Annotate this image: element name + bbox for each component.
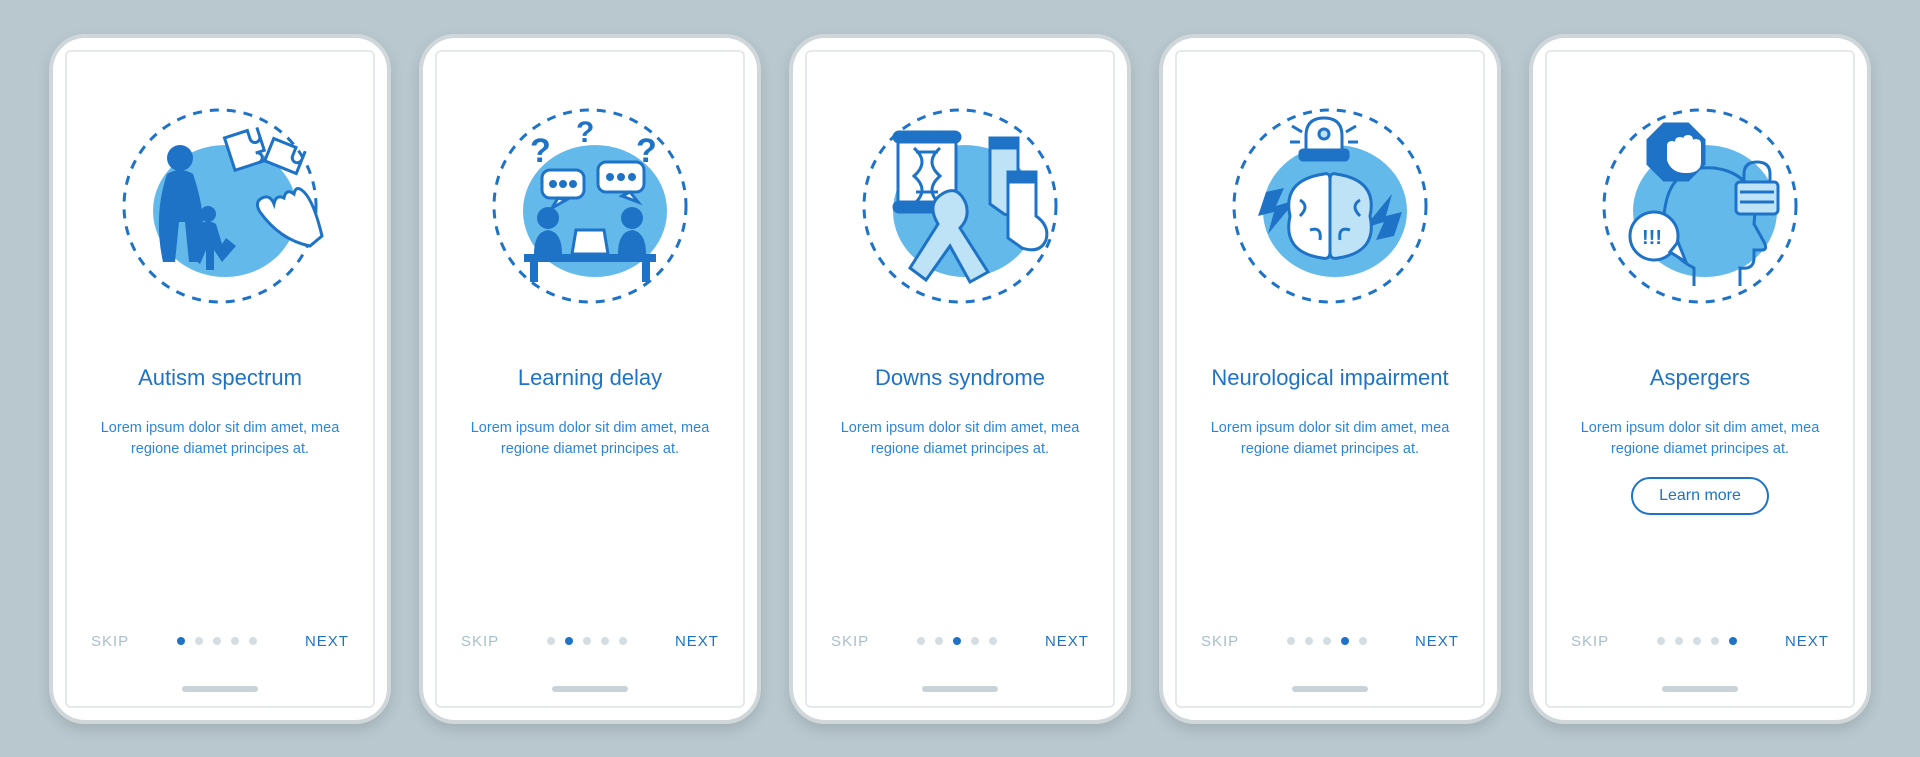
skip-button[interactable]: SKIP	[461, 633, 499, 650]
pagination-dot[interactable]	[213, 637, 221, 645]
onboarding-screen: Learning delay Lorem ipsum dolor sit dim…	[435, 50, 745, 708]
next-button[interactable]: NEXT	[1415, 633, 1459, 650]
pagination-dot[interactable]	[1729, 637, 1737, 645]
pagination-dot[interactable]	[619, 637, 627, 645]
home-indicator	[1292, 686, 1368, 692]
phone-mockup: Aspergers Lorem ipsum dolor sit dim amet…	[1529, 34, 1871, 724]
phone-mockup: Neurological impairment Lorem ipsum dolo…	[1159, 34, 1501, 724]
onboarding-screen: Neurological impairment Lorem ipsum dolo…	[1175, 50, 1485, 708]
home-indicator	[552, 686, 628, 692]
pagination-dots	[1287, 637, 1367, 645]
skip-button[interactable]: SKIP	[1201, 633, 1239, 650]
pagination-dots	[917, 637, 997, 645]
pagination-dot[interactable]	[1711, 637, 1719, 645]
screen-description: Lorem ipsum dolor sit dim amet, mea regi…	[1575, 418, 1825, 462]
neurological-impairment-icon	[1220, 96, 1440, 316]
phone-mockup: Learning delay Lorem ipsum dolor sit dim…	[419, 34, 761, 724]
pagination-dot[interactable]	[953, 637, 961, 645]
pagination-dot[interactable]	[989, 637, 997, 645]
pagination-dots	[177, 637, 257, 645]
screen-description: Lorem ipsum dolor sit dim amet, mea regi…	[95, 418, 345, 462]
pagination-dot[interactable]	[935, 637, 943, 645]
onboarding-screen: Autism spectrum Lorem ipsum dolor sit di…	[65, 50, 375, 708]
pagination-dot[interactable]	[1359, 637, 1367, 645]
pagination-dot[interactable]	[971, 637, 979, 645]
onboarding-screen: Downs syndrome Lorem ipsum dolor sit dim…	[805, 50, 1115, 708]
screen-title: Neurological impairment	[1211, 350, 1448, 406]
pagination-dot[interactable]	[1305, 637, 1313, 645]
pagination-dot[interactable]	[1693, 637, 1701, 645]
pagination-dot[interactable]	[177, 637, 185, 645]
skip-button[interactable]: SKIP	[91, 633, 129, 650]
skip-button[interactable]: SKIP	[1571, 633, 1609, 650]
pagination-dot[interactable]	[231, 637, 239, 645]
pagination-dot[interactable]	[601, 637, 609, 645]
pagination-dot[interactable]	[1657, 637, 1665, 645]
pagination-dot[interactable]	[583, 637, 591, 645]
pagination-dots	[1657, 637, 1737, 645]
next-button[interactable]: NEXT	[675, 633, 719, 650]
pagination-dot[interactable]	[1341, 637, 1349, 645]
screen-title: Learning delay	[518, 350, 662, 406]
pagination-dot[interactable]	[195, 637, 203, 645]
pagination-dot[interactable]	[1287, 637, 1295, 645]
pagination-dot[interactable]	[547, 637, 555, 645]
home-indicator	[922, 686, 998, 692]
pagination-dot[interactable]	[565, 637, 573, 645]
screen-description: Lorem ipsum dolor sit dim amet, mea regi…	[465, 418, 715, 462]
learn-more-button[interactable]: Learn more	[1631, 477, 1769, 515]
home-indicator	[182, 686, 258, 692]
pagination-dot[interactable]	[1323, 637, 1331, 645]
onboarding-footer: SKIP NEXT	[1177, 633, 1483, 650]
aspergers-icon	[1590, 96, 1810, 316]
next-button[interactable]: NEXT	[305, 633, 349, 650]
screen-title: Autism spectrum	[138, 350, 302, 406]
screen-description: Lorem ipsum dolor sit dim amet, mea regi…	[835, 418, 1085, 462]
next-button[interactable]: NEXT	[1785, 633, 1829, 650]
onboarding-footer: SKIP NEXT	[1547, 633, 1853, 650]
pagination-dot[interactable]	[1675, 637, 1683, 645]
screen-description: Lorem ipsum dolor sit dim amet, mea regi…	[1205, 418, 1455, 462]
pagination-dots	[547, 637, 627, 645]
onboarding-footer: SKIP NEXT	[807, 633, 1113, 650]
pagination-dot[interactable]	[917, 637, 925, 645]
screen-title: Downs syndrome	[875, 350, 1045, 406]
phone-mockup: Autism spectrum Lorem ipsum dolor sit di…	[49, 34, 391, 724]
onboarding-footer: SKIP NEXT	[437, 633, 743, 650]
screen-title: Aspergers	[1650, 350, 1750, 406]
onboarding-footer: SKIP NEXT	[67, 633, 373, 650]
skip-button[interactable]: SKIP	[831, 633, 869, 650]
home-indicator	[1662, 686, 1738, 692]
downs-syndrome-icon	[850, 96, 1070, 316]
onboarding-screen: Aspergers Lorem ipsum dolor sit dim amet…	[1545, 50, 1855, 708]
phone-mockup: Downs syndrome Lorem ipsum dolor sit dim…	[789, 34, 1131, 724]
next-button[interactable]: NEXT	[1045, 633, 1089, 650]
autism-icon	[110, 96, 330, 316]
pagination-dot[interactable]	[249, 637, 257, 645]
learning-delay-icon	[480, 96, 700, 316]
